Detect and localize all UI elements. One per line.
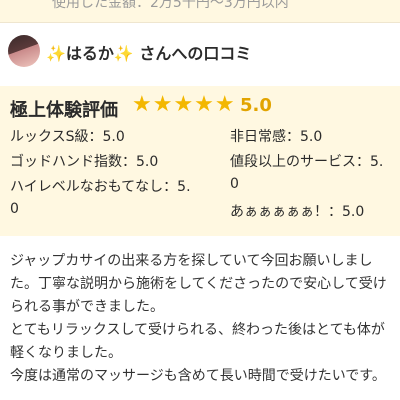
metric-looks: ルックスS級：5.0 — [10, 129, 125, 145]
reviewer-avatar[interactable] — [8, 35, 40, 67]
star-rating-icon: ★★★★★ — [132, 92, 236, 117]
evaluation-heading: 極上体験評価 — [10, 100, 118, 121]
metric-god-hand: ゴッドハンド指数：5.0 — [10, 154, 159, 170]
metric-value-for-price-cont: 0 — [230, 176, 239, 192]
used-amount-bar: 使用した金額：2万5千円〜3万円以内 — [0, 0, 400, 22]
metric-aaa: あぁぁぁぁぁ！：5.0 — [230, 204, 365, 220]
review-paragraph: 今度は通常のマッサージも含めて長い時間で受けたいです。 — [10, 368, 386, 384]
evaluation-panel: 極上体験評価 ★★★★★ 5.0 ルックスS級：5.0 非日常感：5.0 ゴッド… — [0, 86, 400, 236]
used-amount-text: 使用した金額：2万5千円〜3万円以内 — [52, 0, 289, 11]
reviewer-row: ✨はるか✨ さんへの口コミ — [0, 22, 400, 79]
reviewer-title: ✨はるか✨ さんへの口コミ — [46, 44, 252, 63]
review-paragraph: とてもリラックスして受けられる、終わった後はとても体が軽くなりました。 — [10, 322, 385, 361]
metric-value-for-price: 値段以上のサービス：5. — [230, 154, 384, 170]
metric-hospitality: ハイレベルなおもてなし：5. — [10, 179, 191, 195]
review-paragraph: ジャップカサイの出来る方を探していて今回お願いしました。丁寧な説明から施術をして… — [10, 253, 387, 315]
evaluation-score: 5.0 — [240, 95, 272, 116]
metric-extraordinary: 非日常感：5.0 — [230, 129, 323, 145]
metric-hospitality-cont: 0 — [10, 201, 19, 217]
review-body: ジャップカサイの出来る方を探していて今回お願いしました。丁寧な説明から施術をして… — [10, 250, 396, 388]
